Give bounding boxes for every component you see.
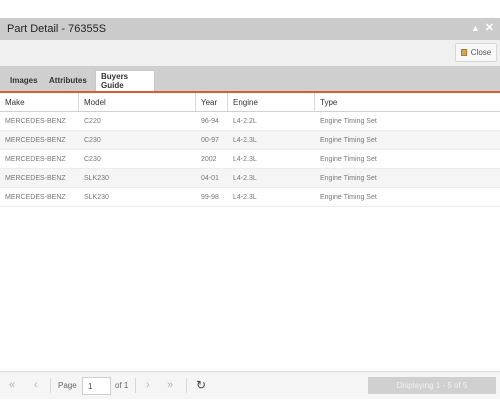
page-number-input[interactable] — [82, 377, 111, 395]
cell-type: Engine Timing Set — [320, 117, 377, 125]
refresh-icon[interactable]: ↻ — [196, 378, 206, 392]
grid-header: Make Model Year Engine Type — [0, 93, 500, 112]
table-row[interactable]: MERCEDES-BENZ C220 96-94 L4-2.2L Engine … — [0, 112, 500, 131]
cell-model: C220 — [84, 117, 101, 125]
tab-attributes[interactable]: Attributes — [44, 70, 92, 91]
pager-separator — [135, 378, 136, 393]
table-row[interactable]: MERCEDES-BENZ SLK230 99-98 L4-2.3L Engin… — [0, 188, 500, 207]
cell-model: SLK230 — [84, 193, 109, 201]
cell-model: C230 — [84, 155, 101, 163]
column-header-engine[interactable]: Engine — [228, 93, 315, 111]
document-icon — [460, 49, 467, 56]
grid-body: MERCEDES-BENZ C220 96-94 L4-2.2L Engine … — [0, 112, 500, 207]
window-toolbar: Close — [0, 40, 500, 66]
cell-type: Engine Timing Set — [320, 193, 377, 201]
caret-up-icon[interactable]: ▲ — [471, 22, 480, 34]
cell-model: C230 — [84, 136, 101, 144]
cell-engine: L4-2.3L — [233, 155, 257, 163]
cell-year: 04-01 — [201, 174, 219, 182]
cell-make: MERCEDES-BENZ — [5, 193, 66, 201]
previous-page-icon[interactable]: ‹ — [34, 378, 38, 392]
x-icon[interactable]: ✕ — [485, 22, 494, 34]
window-title: Part Detail - 76355S — [7, 23, 107, 35]
pager-separator — [50, 378, 51, 393]
cell-make: MERCEDES-BENZ — [5, 136, 66, 144]
next-page-icon[interactable]: › — [146, 378, 150, 392]
window-tools: ▲ ✕ — [471, 22, 494, 34]
cell-year: 00-97 — [201, 136, 219, 144]
cell-type: Engine Timing Set — [320, 136, 377, 144]
cell-year: 2002 — [201, 155, 217, 163]
last-page-icon[interactable]: » — [167, 378, 173, 392]
table-row[interactable]: MERCEDES-BENZ C230 00-97 L4-2.3L Engine … — [0, 131, 500, 150]
page-count-label: of 1 — [115, 381, 129, 390]
column-header-make[interactable]: Make — [0, 93, 79, 111]
pager-separator — [186, 378, 187, 393]
tab-buyers-guide[interactable]: Buyers Guide — [95, 70, 155, 91]
first-page-icon[interactable]: « — [9, 378, 15, 392]
cell-make: MERCEDES-BENZ — [5, 117, 66, 125]
cell-make: MERCEDES-BENZ — [5, 174, 66, 182]
cell-engine: L4-2.3L — [233, 136, 257, 144]
cell-type: Engine Timing Set — [320, 174, 377, 182]
table-row[interactable]: MERCEDES-BENZ C230 2002 L4-2.3L Engine T… — [0, 150, 500, 169]
tab-images[interactable]: Images — [5, 70, 43, 91]
column-header-model[interactable]: Model — [79, 93, 196, 111]
window-titlebar: Part Detail - 76355S ▲ ✕ — [0, 18, 500, 40]
cell-make: MERCEDES-BENZ — [5, 155, 66, 163]
table-row[interactable]: MERCEDES-BENZ SLK230 04-01 L4-2.3L Engin… — [0, 169, 500, 188]
close-button[interactable]: Close — [455, 43, 497, 62]
cell-year: 99-98 — [201, 193, 219, 201]
page-label: Page — [58, 381, 77, 390]
close-button-label: Close — [470, 48, 492, 57]
cell-engine: L4-2.3L — [233, 193, 257, 201]
cell-engine: L4-2.2L — [233, 117, 257, 125]
cell-year: 96-94 — [201, 117, 219, 125]
cell-type: Engine Timing Set — [320, 155, 377, 163]
tab-bar: Images Attributes Buyers Guide — [0, 66, 500, 91]
cell-engine: L4-2.3L — [233, 174, 257, 182]
display-info: Displaying 1 - 5 of 5 — [368, 377, 496, 394]
column-header-year[interactable]: Year — [196, 93, 228, 111]
column-header-type[interactable]: Type — [315, 93, 500, 111]
paging-toolbar: « ‹ Page of 1 › » ↻ Displaying 1 - 5 of … — [0, 371, 500, 399]
cell-model: SLK230 — [84, 174, 109, 182]
